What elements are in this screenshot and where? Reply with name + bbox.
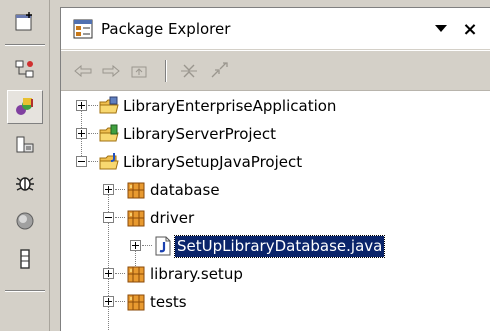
collapse-icon[interactable] bbox=[103, 212, 114, 223]
close-label: × bbox=[462, 18, 478, 40]
tree-item[interactable]: driver bbox=[61, 204, 490, 232]
expand-icon[interactable] bbox=[76, 128, 87, 139]
perspective-toolbar bbox=[0, 0, 50, 331]
tree-item-label: SetUpLibraryDatabase.java bbox=[173, 235, 386, 258]
expand-icon[interactable] bbox=[103, 268, 114, 279]
resource-perspective-icon[interactable] bbox=[7, 128, 43, 162]
expand-icon[interactable] bbox=[103, 296, 114, 307]
up-icon[interactable] bbox=[127, 60, 151, 82]
view-toolbar bbox=[61, 51, 490, 91]
close-icon[interactable]: × bbox=[459, 18, 481, 40]
tree-item[interactable]: tests bbox=[61, 288, 490, 316]
tree-item-label: driver bbox=[150, 209, 195, 227]
debug-icon[interactable] bbox=[7, 166, 43, 200]
package-tree: LibraryEnterpriseApplication LibraryServ… bbox=[61, 92, 490, 331]
expand-icon[interactable] bbox=[76, 100, 87, 111]
java-file-icon bbox=[155, 236, 171, 256]
package-icon bbox=[127, 182, 145, 199]
expand-icon[interactable] bbox=[103, 184, 114, 195]
java-perspective-icon[interactable] bbox=[7, 90, 43, 124]
hierarchy-icon[interactable] bbox=[7, 52, 43, 86]
view-header: Package Explorer × bbox=[61, 8, 490, 50]
ear-project-icon bbox=[99, 96, 119, 114]
chevron-down-icon[interactable] bbox=[431, 20, 451, 38]
package-explorer-icon bbox=[73, 19, 93, 39]
cvs-icon[interactable] bbox=[7, 204, 43, 238]
collapse-all-icon[interactable] bbox=[177, 60, 201, 82]
open-perspective-icon[interactable] bbox=[7, 4, 43, 38]
server-project-icon bbox=[99, 124, 119, 142]
expand-icon[interactable] bbox=[130, 240, 141, 251]
package-explorer-view: Package Explorer × LibraryEnterpriseAppl… bbox=[60, 7, 490, 331]
java-project-icon bbox=[99, 153, 119, 170]
forward-icon[interactable] bbox=[99, 60, 123, 82]
tree-item-label: LibraryEnterpriseApplication bbox=[123, 97, 337, 115]
view-tab[interactable]: Package Explorer bbox=[61, 8, 271, 50]
tree-item[interactable]: library.setup bbox=[61, 260, 490, 288]
tree-item-label: tests bbox=[150, 293, 187, 311]
tree-item[interactable]: database bbox=[61, 176, 490, 204]
tree-item-label: database bbox=[150, 181, 220, 199]
tree-item[interactable]: LibraryEnterpriseApplication bbox=[61, 92, 490, 120]
tree-item-label: LibraryServerProject bbox=[123, 125, 276, 143]
view-title: Package Explorer bbox=[101, 20, 231, 38]
tree-item[interactable]: LibraryServerProject bbox=[61, 120, 490, 148]
package-icon bbox=[127, 294, 145, 311]
collapse-icon[interactable] bbox=[76, 156, 87, 167]
link-with-editor-icon[interactable] bbox=[207, 60, 231, 82]
package-icon bbox=[127, 210, 145, 227]
tree-item-label: LibrarySetupJavaProject bbox=[123, 153, 303, 171]
tree-item-label: library.setup bbox=[150, 265, 243, 283]
package-icon bbox=[127, 266, 145, 283]
tree-item-selected[interactable]: SetUpLibraryDatabase.java bbox=[61, 232, 490, 260]
tree-item[interactable]: LibrarySetupJavaProject bbox=[61, 148, 490, 176]
back-icon[interactable] bbox=[71, 60, 95, 82]
server-icon[interactable] bbox=[7, 242, 43, 276]
